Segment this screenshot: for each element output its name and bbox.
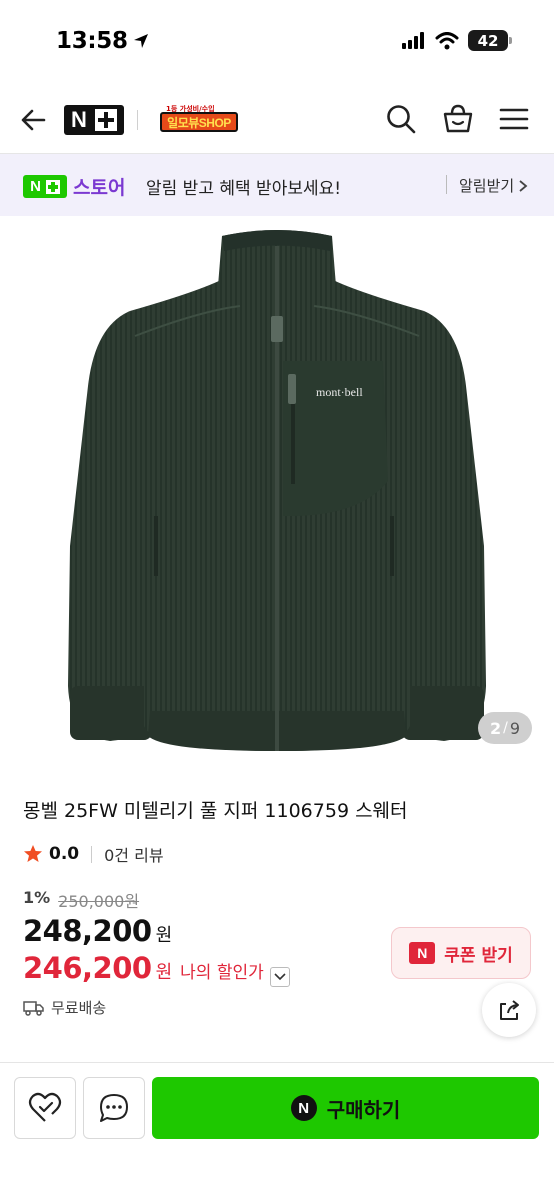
product-image-carousel[interactable]: mont·bell 2 / 9 <box>0 216 554 756</box>
my-discount-label: 나의 할인가 <box>180 963 264 983</box>
image-counter: 2 / 9 <box>478 712 532 744</box>
menu-icon[interactable] <box>497 102 531 136</box>
shipping-info: 무료배송 <box>23 997 106 1018</box>
coupon-n-icon: N <box>409 942 436 964</box>
battery-level: 42 <box>477 31 499 50</box>
subscribe-alerts-label: 알림받기 <box>459 177 515 195</box>
wifi-icon <box>435 31 459 49</box>
image-counter-total: 9 <box>509 718 521 738</box>
naver-plus-badge-n: N <box>30 178 41 195</box>
rating-row: 0.0 0건 리뷰 <box>23 842 164 866</box>
chevron-right-icon <box>519 179 528 192</box>
coupon-label: 쿠폰 받기 <box>444 945 513 966</box>
notice-message: 알림 받고 혜택 받아보세요! <box>146 179 342 199</box>
chevron-down-icon <box>274 973 286 981</box>
header-divider <box>137 110 138 130</box>
notification-banner: N 스토어 알림 받고 혜택 받아보세요! 알림받기 <box>0 154 554 216</box>
subscribe-alerts-button[interactable]: 알림받기 <box>459 175 528 196</box>
rating-divider <box>91 845 93 863</box>
naver-plus-logo[interactable]: N <box>64 105 124 135</box>
truck-icon <box>23 1000 44 1016</box>
location-arrow-icon <box>133 34 148 48</box>
store-label: 스토어 <box>73 177 126 199</box>
image-counter-current: 2 <box>489 718 502 738</box>
chat-bubble-icon <box>100 1094 128 1122</box>
sale-price-row: 248,200 원 <box>23 914 172 948</box>
share-button[interactable] <box>482 983 536 1037</box>
original-price: 250,000원 <box>58 892 140 911</box>
review-count-link[interactable]: 0건 리뷰 <box>104 842 163 866</box>
discount-rate: 1% <box>23 888 51 907</box>
plus-icon <box>45 179 60 194</box>
share-icon <box>500 1000 519 1020</box>
search-icon[interactable] <box>384 102 418 136</box>
status-icons: 42 <box>402 30 512 51</box>
star-icon <box>24 845 42 862</box>
heart-check-icon <box>28 1092 62 1122</box>
my-price-expand-button[interactable] <box>269 967 290 987</box>
product-photo-jacket: mont·bell <box>68 230 486 751</box>
sale-price: 248,200 <box>23 914 152 948</box>
battery-indicator: 42 <box>468 30 512 51</box>
shop-logo-name: 일모뷰SHOP <box>160 112 238 132</box>
shopping-basket-icon[interactable] <box>441 102 475 136</box>
naver-plus-store-logo: N 스토어 <box>23 173 125 200</box>
naver-plus-badge: N <box>23 175 67 198</box>
naver-plus-n: N <box>71 107 87 132</box>
plus-icon <box>94 109 117 131</box>
my-price-row: 246,200 원 나의 할인가 <box>23 951 290 987</box>
my-discount-price: 246,200 <box>23 951 152 985</box>
buy-now-button[interactable]: N 구매하기 <box>152 1077 539 1139</box>
product-photo-logo: mont·bell <box>316 385 363 399</box>
shipping-label: 무료배송 <box>51 999 107 1017</box>
naver-pay-n-icon: N <box>290 1095 317 1121</box>
notice-divider <box>446 175 447 194</box>
shop-logo[interactable]: 1등 가성비/수입 일모뷰SHOP <box>160 104 238 134</box>
status-bar: 13:58 42 <box>0 0 554 86</box>
bottom-action-bar: N 구매하기 <box>0 1062 554 1200</box>
coupon-download-button[interactable]: N 쿠폰 받기 <box>391 927 531 979</box>
app-header: N 1등 가성비/수입 일모뷰SHOP <box>0 86 554 154</box>
rating-score: 0.0 <box>49 844 80 864</box>
talk-inquiry-button[interactable] <box>83 1077 145 1139</box>
buy-now-label: 구매하기 <box>326 1097 401 1122</box>
my-discount-price-unit: 원 <box>155 962 173 983</box>
status-time-text: 13:58 <box>56 28 128 54</box>
wishlist-button[interactable] <box>14 1077 76 1139</box>
sale-price-unit: 원 <box>155 925 173 946</box>
back-arrow-icon[interactable] <box>18 104 50 136</box>
product-title: 몽벨 25FW 미텔리기 풀 지퍼 1106759 스웨터 <box>23 800 408 822</box>
discount-row: 1% 250,000원 <box>23 888 139 912</box>
status-time: 13:58 <box>56 28 150 54</box>
signal-icon <box>402 32 424 49</box>
image-counter-separator: / <box>503 720 508 736</box>
